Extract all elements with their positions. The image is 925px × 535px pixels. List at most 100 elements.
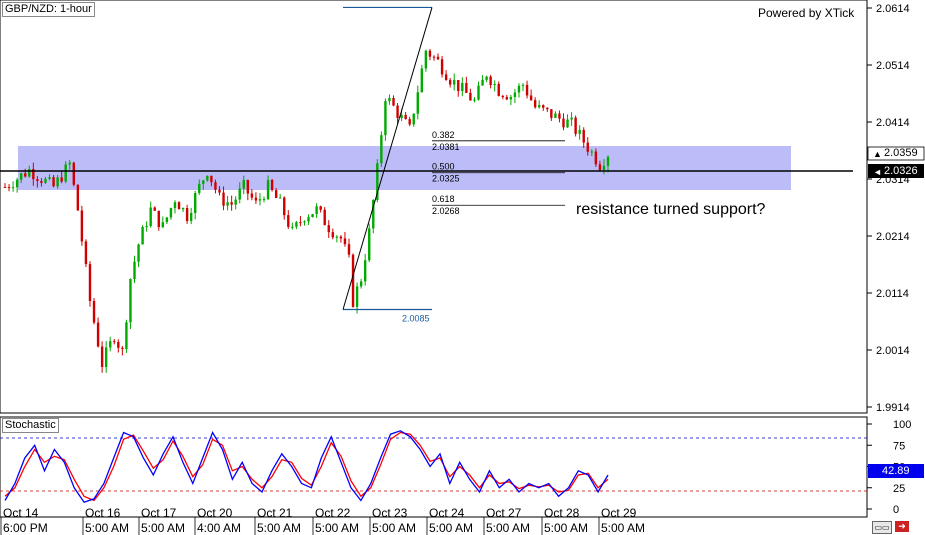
candle-body	[60, 177, 63, 182]
time-tick-time: 5:00 AM	[315, 521, 359, 535]
candle-body	[529, 95, 533, 101]
candle-body	[461, 83, 464, 92]
candle-body	[331, 232, 335, 238]
resistance-support-zone	[18, 146, 791, 190]
candle-body	[319, 206, 322, 210]
price-tick-label: 2.0514	[876, 60, 910, 72]
candle-body	[457, 80, 460, 92]
svg-text:▲: ▲	[873, 149, 882, 159]
candle-body	[566, 119, 569, 128]
candle-body	[473, 99, 476, 101]
time-tick-time: 5:00 AM	[429, 521, 473, 535]
candle-body	[92, 301, 96, 323]
candle-body	[554, 113, 557, 118]
time-tick-day: Oct 29	[601, 506, 637, 520]
candle-body	[274, 190, 278, 198]
candle-body	[173, 202, 177, 209]
candle-body	[88, 264, 92, 302]
candle-body	[295, 222, 298, 227]
candle-body	[149, 207, 152, 227]
candle-body	[477, 85, 480, 100]
candle-body	[428, 50, 432, 57]
fib-level-ratio: 0.500	[432, 162, 455, 172]
go-to-end-icon[interactable]: ➜	[895, 521, 909, 532]
candle-body	[315, 206, 318, 215]
candle-body	[185, 208, 189, 222]
candle-body	[424, 50, 428, 69]
stochastic-tick-label: 75	[893, 440, 905, 452]
candle-body	[533, 100, 537, 108]
candle-body	[234, 199, 237, 205]
candle-body	[56, 177, 59, 187]
candle-body	[52, 177, 55, 187]
fib-level-price: 2.0381	[432, 142, 460, 152]
candle-body	[408, 119, 411, 125]
candle-body	[157, 210, 160, 228]
candle-body	[538, 105, 541, 108]
candle-body	[250, 193, 254, 198]
candle-body	[145, 226, 148, 228]
time-tick-day: Oct 28	[544, 506, 580, 520]
candle-body	[24, 173, 27, 177]
time-tick-time: 5:00 AM	[372, 521, 416, 535]
candle-body	[448, 80, 452, 85]
candle-body	[287, 215, 290, 227]
fib-level-price: 2.0325	[432, 174, 460, 184]
candle-body	[169, 208, 173, 218]
candle-body	[343, 238, 347, 245]
candle-body	[299, 222, 302, 224]
time-tick-day: Oct 27	[486, 506, 522, 520]
candle-body	[550, 109, 553, 118]
fib-level-ratio: 0.382	[432, 130, 455, 140]
time-tick-day: Oct 23	[372, 506, 408, 520]
candle-body	[606, 156, 610, 166]
candle-body	[133, 261, 136, 280]
candle-body	[335, 236, 339, 238]
candle-body	[3, 186, 7, 188]
candle-body	[76, 184, 80, 211]
candle-body	[339, 236, 343, 239]
candle-body	[291, 226, 294, 228]
candle-body	[198, 183, 201, 194]
candle-body	[412, 113, 415, 125]
stochastic-tick-label: 100	[893, 419, 911, 431]
candle-body	[542, 105, 545, 108]
candle-body	[469, 92, 472, 101]
candle-body	[242, 179, 245, 189]
candle-body	[68, 162, 71, 165]
candle-body	[384, 101, 387, 136]
time-tick-day: Oct 17	[141, 506, 177, 520]
time-tick-time: 5:00 AM	[257, 521, 301, 535]
candle-body	[137, 244, 140, 262]
candle-body	[226, 202, 229, 206]
candle-body	[546, 107, 549, 110]
time-tick-time: 6:00 PM	[3, 521, 48, 535]
candle-body	[493, 83, 496, 85]
candle-body	[303, 221, 306, 223]
candle-body	[562, 118, 565, 128]
candle-body	[400, 114, 403, 118]
price-tick-label: 2.0014	[876, 345, 910, 357]
candle-body	[222, 192, 225, 206]
candle-body	[254, 197, 258, 201]
candle-body	[230, 202, 233, 205]
candle-body	[311, 214, 314, 218]
price-tick-label: 2.0614	[876, 3, 910, 15]
candle-body	[194, 193, 197, 213]
candle-body	[481, 79, 484, 86]
candle-body	[206, 175, 209, 181]
time-tick-time: 5:00 AM	[141, 521, 185, 535]
price-tick-label: 2.0214	[876, 231, 910, 243]
candle-body	[404, 114, 407, 120]
chart-area: 2.00850.3822.03810.5002.03250.6182.0268 …	[0, 0, 925, 535]
candle-body	[161, 222, 165, 228]
time-tick-day: Oct 21	[257, 506, 293, 520]
candle-body	[465, 83, 468, 93]
candle-body	[177, 202, 181, 210]
candle-body	[121, 347, 124, 349]
price-tick-label: 2.0414	[876, 117, 910, 129]
candle-body	[214, 182, 217, 190]
scroll-icon[interactable]: ▭▭	[872, 521, 892, 534]
candle-body	[278, 197, 282, 199]
fib-swing-low-label: 2.0085	[402, 314, 430, 324]
